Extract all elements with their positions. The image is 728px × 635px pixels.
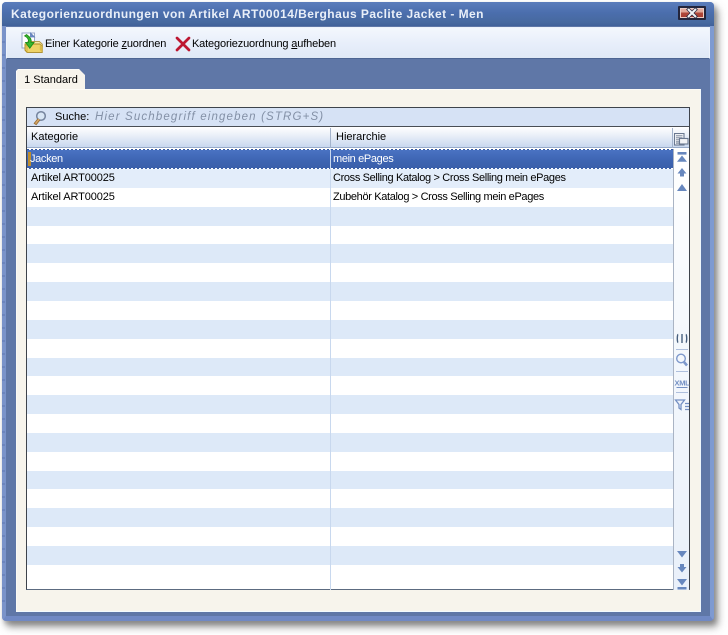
svg-text:XML: XML xyxy=(675,379,690,388)
